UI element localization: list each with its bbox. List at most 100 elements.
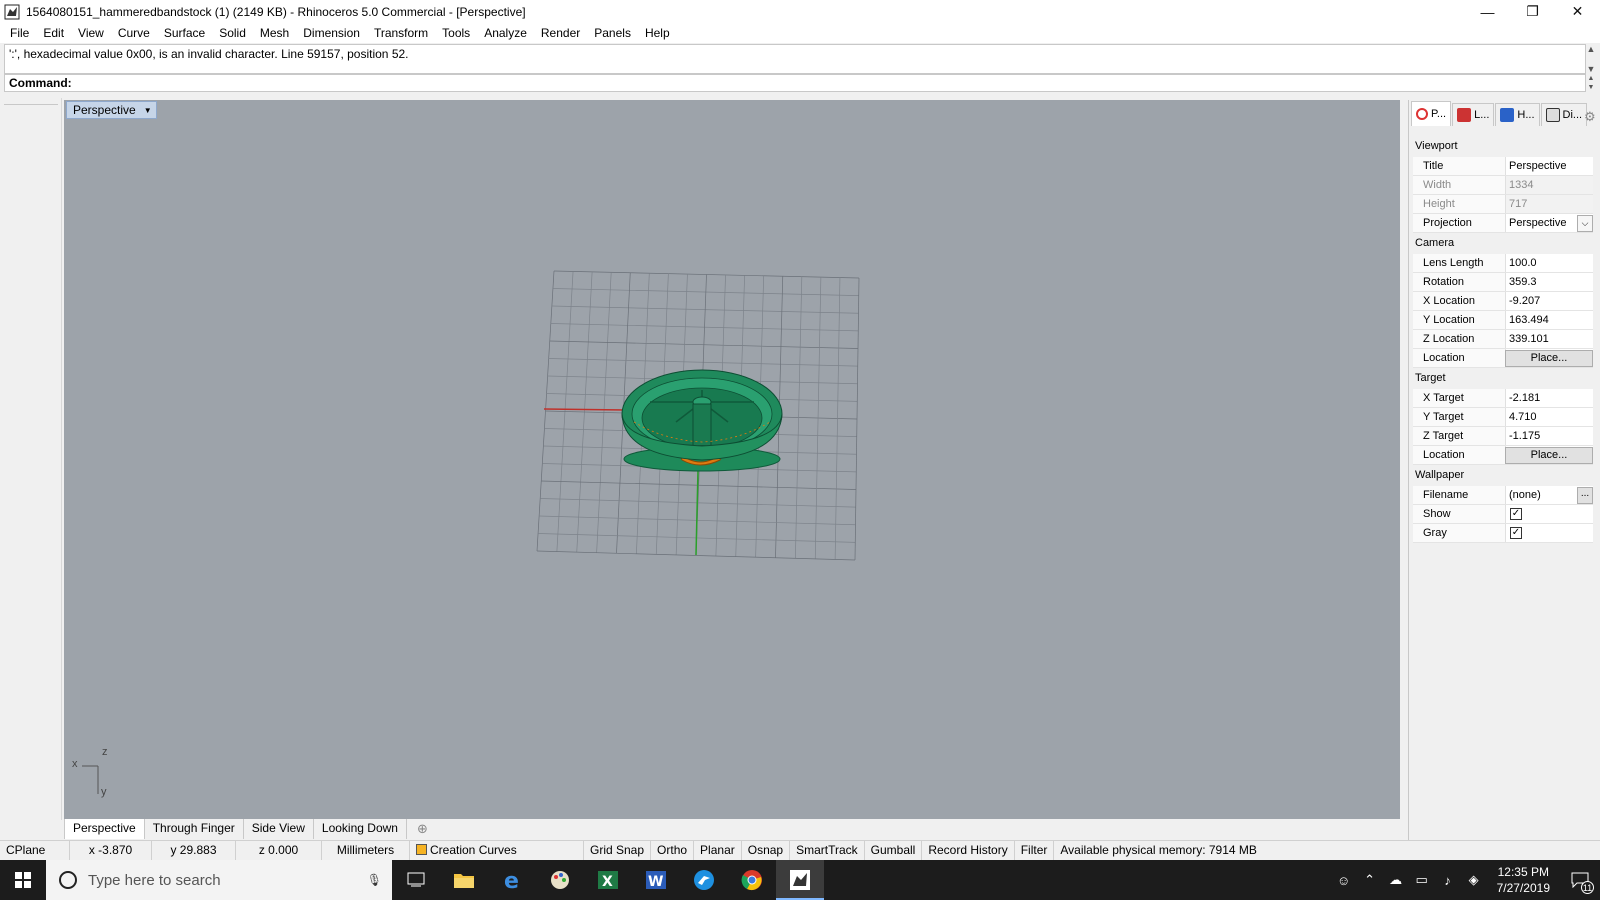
spinner-up-icon[interactable]: ▲ [1588,75,1595,82]
perspective-viewport[interactable]: x z y Perspective ▼ [64,100,1400,819]
filename-value: (none) [1509,489,1541,501]
menu-panels[interactable]: Panels [587,23,638,43]
z-location-field[interactable]: 339.101 [1505,330,1593,348]
ortho-toggle[interactable]: Ortho [651,841,695,860]
command-line-spinner[interactable]: ▲ ▼ [1584,75,1598,91]
onedrive-icon[interactable]: ☁ [1383,872,1409,888]
smarttrack-toggle[interactable]: SmartTrack [790,841,865,860]
command-input[interactable] [77,76,1581,90]
target-place-button[interactable]: Place... [1505,447,1593,464]
tab-properties[interactable]: P... [1411,101,1452,126]
menu-edit[interactable]: Edit [36,23,71,43]
menu-view[interactable]: View [71,23,111,43]
tab-through-finger[interactable]: Through Finger [145,819,244,839]
rhino-taskbar-icon[interactable] [776,860,824,900]
add-viewport-icon[interactable]: ⊕ [407,819,438,839]
edge-browser-icon[interactable]: e [488,860,536,900]
tab-help[interactable]: H... [1495,103,1540,126]
rhino-app-icon[interactable] [4,4,20,20]
gear-icon[interactable]: ⚙ [1584,110,1598,124]
file-explorer-icon[interactable] [440,860,488,900]
tab-perspective[interactable]: Perspective [64,819,145,839]
tab-display[interactable]: Di... [1540,103,1588,126]
planar-toggle[interactable]: Planar [694,841,742,860]
menu-dimension[interactable]: Dimension [296,23,367,43]
menu-render[interactable]: Render [534,23,587,43]
filter-toggle[interactable]: Filter [1015,841,1055,860]
excel-icon[interactable]: X [584,860,632,900]
start-button[interactable] [0,860,46,900]
viewport-menu-arrow-icon[interactable]: ▼ [144,106,152,115]
dropbox-icon[interactable]: ◈ [1461,872,1487,888]
minimize-button[interactable]: — [1465,0,1510,23]
taskbar-clock[interactable]: 12:35 PM 7/27/2019 [1487,864,1560,896]
chevron-up-icon[interactable]: ⌃ [1357,872,1383,888]
x-coordinate: x -3.870 [70,841,152,860]
chrome-icon[interactable] [728,860,776,900]
network-icon[interactable]: ▭ [1409,872,1435,888]
prop-label: Z Target [1413,427,1505,445]
menu-transform[interactable]: Transform [367,23,435,43]
tab-side-view[interactable]: Side View [244,819,314,839]
menu-help[interactable]: Help [638,23,677,43]
prop-row-target-location: Location Place... [1413,446,1593,465]
prop-label: Y Target [1413,408,1505,426]
microphone-icon[interactable]: 🎙 [367,873,382,887]
viewport-scene[interactable] [64,100,1400,819]
taskbar-search-box[interactable]: Type here to search 🎙 [46,860,392,900]
z-target-field[interactable]: -1.175 [1505,427,1593,445]
chevron-down-icon[interactable]: ⌵ [1577,215,1593,232]
browse-button[interactable]: ... [1577,487,1593,504]
gumball-toggle[interactable]: Gumball [865,841,923,860]
viewport-title-tab[interactable]: Perspective ▼ [66,101,157,119]
volume-icon[interactable]: ♪ [1435,873,1461,888]
cplane-button[interactable]: CPlane [0,841,70,860]
menu-solid[interactable]: Solid [212,23,253,43]
menu-tools[interactable]: Tools [435,23,477,43]
action-center-icon[interactable]: 11 [1560,860,1600,900]
lens-length-field[interactable]: 100.0 [1505,254,1593,272]
maximize-button[interactable]: ❐ [1510,0,1555,23]
projection-select[interactable]: Perspective ⌵ [1505,214,1593,232]
layer-color-swatch [416,844,427,855]
people-icon[interactable]: ☺ [1331,873,1357,888]
osnap-toggle[interactable]: Osnap [742,841,791,860]
paint-app-icon[interactable] [536,860,584,900]
menu-mesh[interactable]: Mesh [253,23,296,43]
y-location-field[interactable]: 163.494 [1505,311,1593,329]
tab-layers[interactable]: L... [1452,103,1495,126]
x-location-field[interactable]: -9.207 [1505,292,1593,310]
grid-snap-toggle[interactable]: Grid Snap [584,841,652,860]
scroll-down-icon[interactable]: ▼ [1587,64,1596,74]
gray-checkbox[interactable]: ✓ [1510,527,1522,539]
close-button[interactable]: ✕ [1555,0,1600,23]
menu-curve[interactable]: Curve [111,23,157,43]
tab-layers-label: L... [1474,109,1490,121]
camera-place-button[interactable]: Place... [1505,350,1593,367]
word-icon[interactable]: W [632,860,680,900]
command-history-scrollbar[interactable]: ▲ ▼ [1584,44,1598,74]
show-checkbox[interactable]: ✓ [1510,508,1522,520]
scroll-up-icon[interactable]: ▲ [1587,44,1596,54]
bluebird-app-icon[interactable] [680,860,728,900]
tab-looking-down[interactable]: Looking Down [314,819,407,839]
task-view-icon[interactable] [392,860,440,900]
toolbar-grip[interactable] [4,104,58,105]
menu-analyze[interactable]: Analyze [477,23,534,43]
spinner-down-icon[interactable]: ▼ [1588,84,1595,91]
rotation-field[interactable]: 359.3 [1505,273,1593,291]
prop-row-height: Height 717 [1413,195,1593,214]
prop-label: Height [1413,195,1505,213]
layer-button[interactable]: Creation Curves [410,841,584,860]
menu-surface[interactable]: Surface [157,23,212,43]
prop-label: Gray [1413,524,1505,542]
y-target-field[interactable]: 4.710 [1505,408,1593,426]
record-history-toggle[interactable]: Record History [922,841,1015,860]
prop-row-gray: Gray ✓ [1413,524,1593,543]
viewport-title-field[interactable]: Perspective [1505,157,1593,175]
units-button[interactable]: Millimeters [322,841,410,860]
prop-row-filename: Filename (none) ... [1413,486,1593,505]
menu-file[interactable]: File [3,23,36,43]
notification-count: 11 [1581,881,1594,894]
x-target-field[interactable]: -2.181 [1505,389,1593,407]
